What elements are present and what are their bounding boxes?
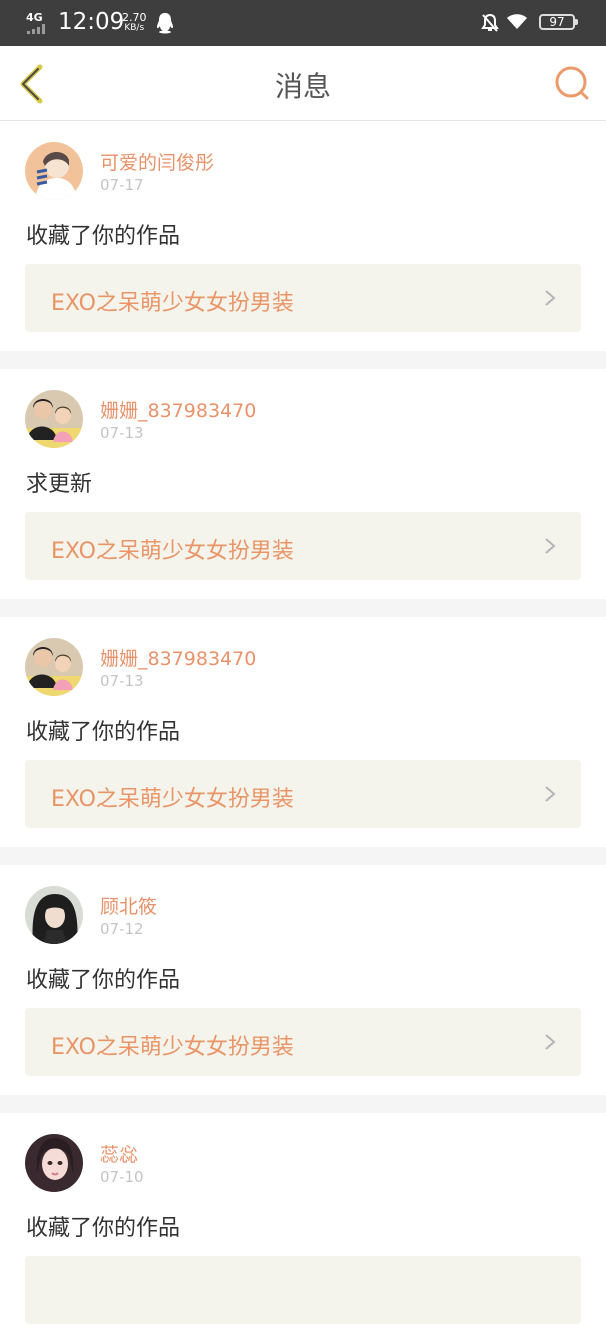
work-title: EXO之呆萌少女女扮男装 xyxy=(51,539,294,564)
username[interactable]: 顾北筱 xyxy=(100,892,157,919)
work-title: EXO之呆萌少女女扮男装 xyxy=(51,1035,294,1060)
clock: 12:09 xyxy=(58,9,125,35)
message-text: 求更新 xyxy=(26,472,93,497)
divider xyxy=(0,599,606,617)
wifi-icon xyxy=(507,14,527,29)
speed-unit: KB/s xyxy=(124,23,145,33)
speed-value: 2.70 xyxy=(122,11,147,24)
avatar[interactable] xyxy=(25,1134,83,1192)
message-date: 07-13 xyxy=(100,424,144,442)
chevron-right-icon xyxy=(545,290,556,306)
work-title: EXO之呆萌少女女扮男装 xyxy=(51,291,294,316)
message-item: 姗姗_837983470 07-13 收藏了你的作品 EXO之呆萌少女女扮男装 xyxy=(0,617,606,847)
work-title: EXO之呆萌少女女扮男装 xyxy=(51,787,294,812)
network-type: 4G xyxy=(26,11,43,24)
avatar[interactable] xyxy=(25,886,83,944)
work-link[interactable] xyxy=(25,1256,581,1324)
bell-off-icon xyxy=(481,13,499,32)
message-date: 07-10 xyxy=(100,1168,144,1186)
message-text: 收藏了你的作品 xyxy=(26,720,181,745)
work-link[interactable]: EXO之呆萌少女女扮男装 xyxy=(25,264,581,332)
battery-indicator: 97 xyxy=(539,14,578,30)
message-text: 收藏了你的作品 xyxy=(26,1216,181,1241)
username[interactable]: 姗姗_837983470 xyxy=(100,396,256,423)
message-item: 姗姗_837983470 07-13 求更新 EXO之呆萌少女女扮男装 xyxy=(0,369,606,599)
message-item: 顾北筱 07-12 收藏了你的作品 EXO之呆萌少女女扮男装 xyxy=(0,865,606,1095)
divider xyxy=(0,1095,606,1113)
username[interactable]: 可爱的闫俊彤 xyxy=(100,148,214,175)
divider xyxy=(0,847,606,865)
divider xyxy=(0,351,606,369)
avatar[interactable] xyxy=(25,142,83,200)
message-date: 07-13 xyxy=(100,672,144,690)
message-text: 收藏了你的作品 xyxy=(26,224,181,249)
work-link[interactable]: EXO之呆萌少女女扮男装 xyxy=(25,1008,581,1076)
username[interactable]: 姗姗_837983470 xyxy=(100,644,256,671)
signal-icon xyxy=(27,24,51,34)
status-bar: 4G 12:09 2.70 KB/s 97 xyxy=(0,0,606,46)
message-text: 收藏了你的作品 xyxy=(26,968,181,993)
username[interactable]: 蕊惢 xyxy=(100,1140,138,1167)
message-item: 可爱的闫俊彤 07-17 收藏了你的作品 EXO之呆萌少女女扮男装 xyxy=(0,121,606,351)
work-link[interactable]: EXO之呆萌少女女扮男装 xyxy=(25,760,581,828)
work-link[interactable]: EXO之呆萌少女女扮男装 xyxy=(25,512,581,580)
qq-penguin-icon xyxy=(157,13,173,34)
message-list: 可爱的闫俊彤 07-17 收藏了你的作品 EXO之呆萌少女女扮男装 姗姗_837 xyxy=(0,121,606,1343)
network-speed: 2.70 KB/s xyxy=(122,12,147,34)
chevron-right-icon xyxy=(545,538,556,554)
message-date: 07-17 xyxy=(100,176,144,194)
nav-bar: 消息 xyxy=(0,46,606,121)
chevron-right-icon xyxy=(545,1034,556,1050)
message-date: 07-12 xyxy=(100,920,144,938)
avatar[interactable] xyxy=(25,390,83,448)
message-item: 蕊惢 07-10 收藏了你的作品 xyxy=(0,1113,606,1343)
avatar[interactable] xyxy=(25,638,83,696)
page-title: 消息 xyxy=(274,70,331,103)
chevron-right-icon xyxy=(545,786,556,802)
search-icon[interactable] xyxy=(553,64,591,102)
